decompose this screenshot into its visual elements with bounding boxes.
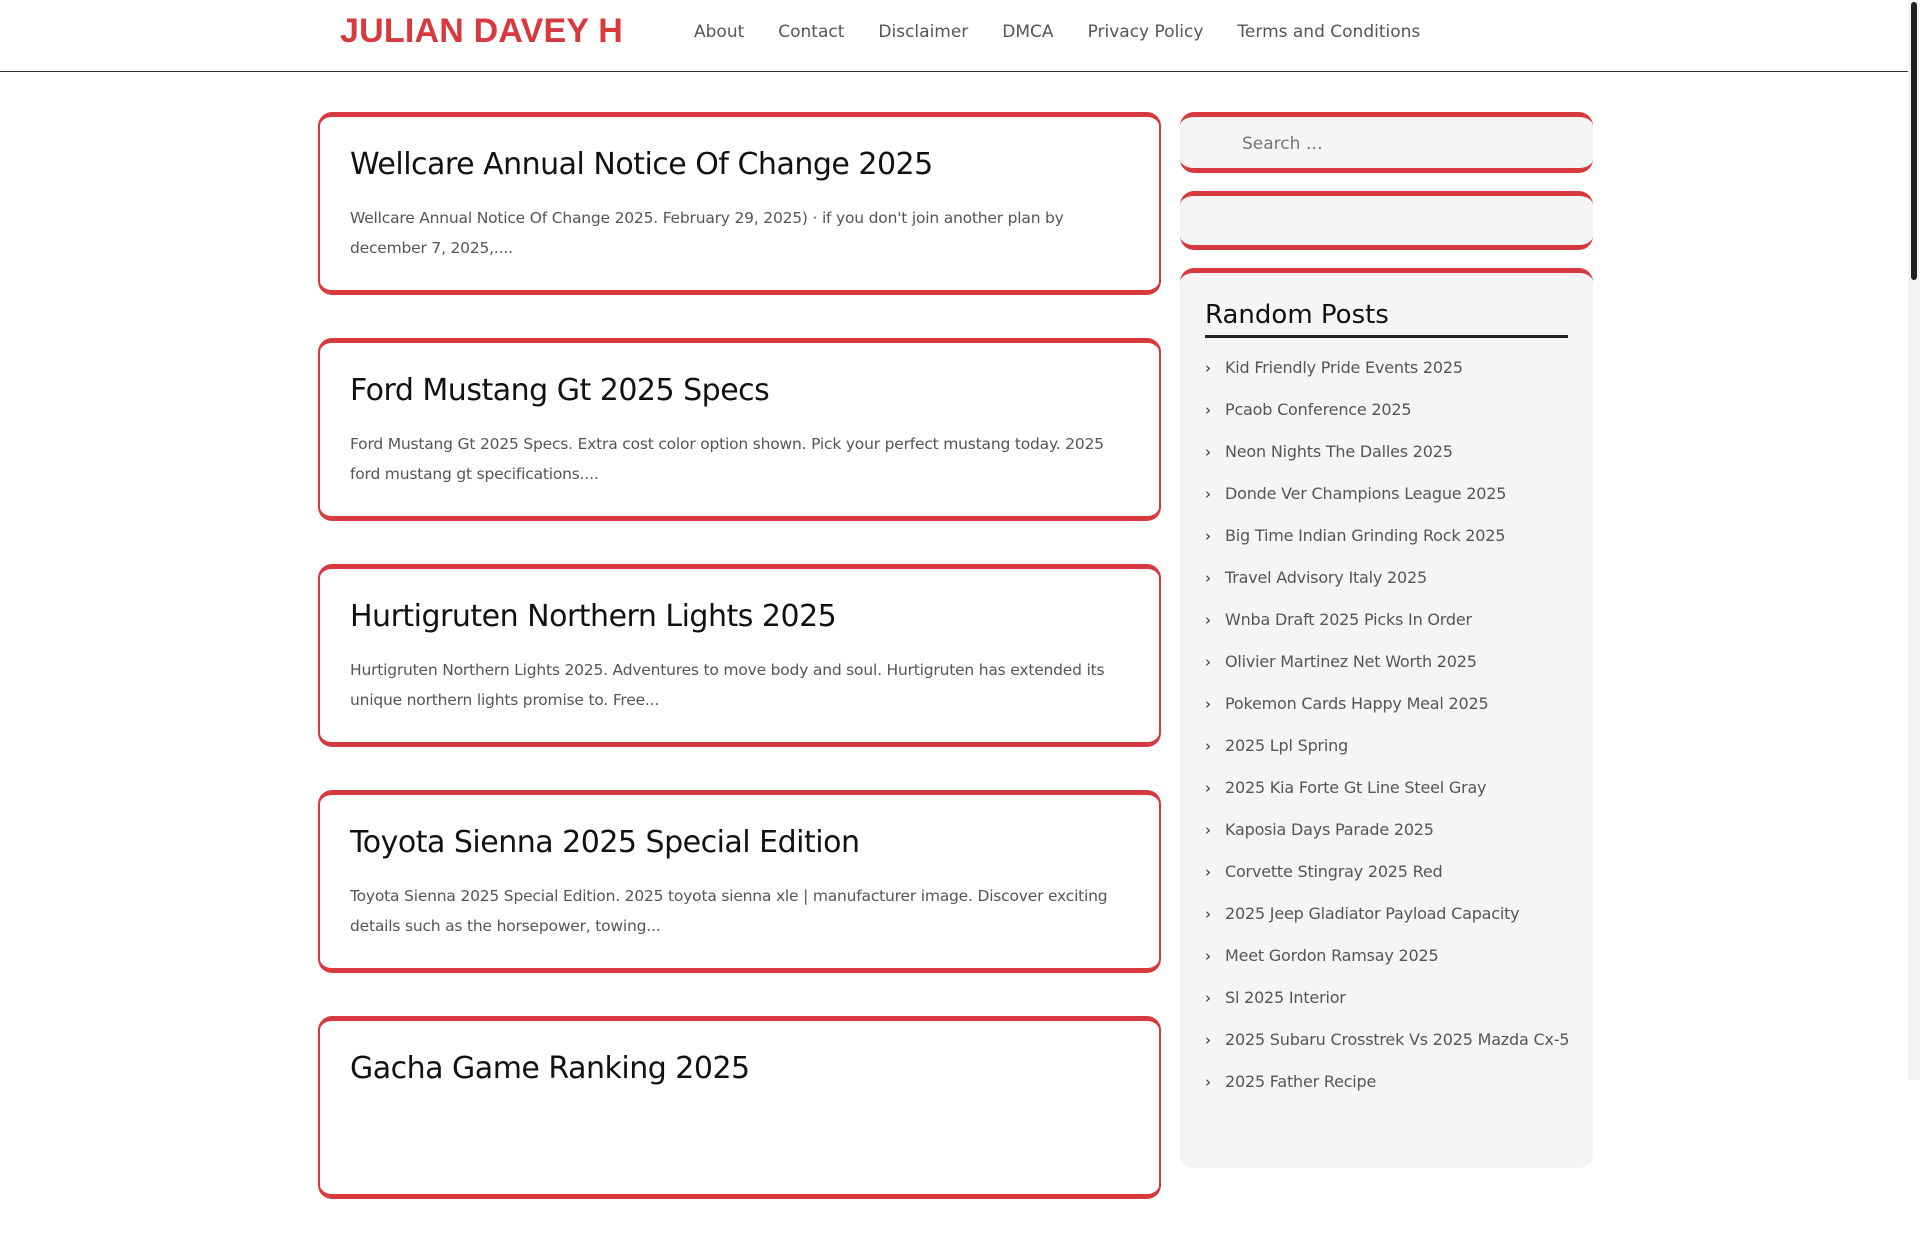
chevron-right-icon: › (1205, 401, 1211, 419)
random-post-item: › Pcaob Conference 2025 (1205, 398, 1568, 440)
random-post-link[interactable]: Meet Gordon Ramsay 2025 (1225, 946, 1439, 965)
random-post-link[interactable]: Corvette Stingray 2025 Red (1225, 862, 1443, 881)
site-title-link[interactable]: JULIAN DAVEY H (340, 12, 623, 51)
random-post-link[interactable]: Neon Nights The Dalles 2025 (1225, 442, 1453, 461)
random-post-item: › Neon Nights The Dalles 2025 (1205, 440, 1568, 482)
empty-widget (1180, 191, 1593, 250)
random-post-link[interactable]: Donde Ver Champions League 2025 (1225, 484, 1506, 503)
chevron-right-icon: › (1205, 527, 1211, 545)
chevron-right-icon: › (1205, 779, 1211, 797)
post-title-link[interactable]: Gacha Game Ranking 2025 (350, 1049, 1129, 1089)
post-excerpt: Toyota Sienna 2025 Special Edition. 2025… (350, 887, 1108, 935)
chevron-right-icon: › (1205, 737, 1211, 755)
random-post-item: › Pokemon Cards Happy Meal 2025 (1205, 692, 1568, 734)
random-post-item: › Kid Friendly Pride Events 2025 (1205, 356, 1568, 398)
nav-item-terms-and-conditions[interactable]: Terms and Conditions (1237, 20, 1420, 44)
random-post-link[interactable]: Kaposia Days Parade 2025 (1225, 820, 1434, 839)
random-post-link[interactable]: Sl 2025 Interior (1225, 988, 1346, 1007)
site-header: JULIAN DAVEY H About Contact Disclaimer … (0, 0, 1908, 72)
random-post-link[interactable]: 2025 Lpl Spring (1225, 736, 1348, 755)
random-post-link[interactable]: Big Time Indian Grinding Rock 2025 (1225, 526, 1505, 545)
random-post-item: › 2025 Jeep Gladiator Payload Capacity (1205, 902, 1568, 944)
random-post-link[interactable]: Travel Advisory Italy 2025 (1225, 568, 1427, 587)
random-post-link[interactable]: 2025 Subaru Crosstrek Vs 2025 Mazda Cx-5 (1225, 1030, 1569, 1049)
nav-item-about[interactable]: About (694, 20, 744, 44)
random-post-link[interactable]: Kid Friendly Pride Events 2025 (1225, 358, 1463, 377)
nav-item-disclaimer[interactable]: Disclaimer (878, 20, 968, 44)
random-post-item: › Kaposia Days Parade 2025 (1205, 818, 1568, 860)
post-list: Wellcare Annual Notice Of Change 2025 We… (318, 112, 1161, 1242)
random-post-item: › Corvette Stingray 2025 Red (1205, 860, 1568, 902)
random-post-link[interactable]: Wnba Draft 2025 Picks In Order (1225, 610, 1472, 629)
random-post-link[interactable]: 2025 Kia Forte Gt Line Steel Gray (1225, 778, 1487, 797)
chevron-right-icon: › (1205, 863, 1211, 881)
chevron-right-icon: › (1205, 947, 1211, 965)
chevron-right-icon: › (1205, 653, 1211, 671)
chevron-right-icon: › (1205, 611, 1211, 629)
sidebar: Random Posts › Kid Friendly Pride Events … (1180, 112, 1593, 1168)
chevron-right-icon: › (1205, 1073, 1211, 1091)
post-card: Ford Mustang Gt 2025 Specs Ford Mustang … (318, 338, 1161, 521)
chevron-right-icon: › (1205, 695, 1211, 713)
post-card: Wellcare Annual Notice Of Change 2025 We… (318, 112, 1161, 295)
post-title-link[interactable]: Ford Mustang Gt 2025 Specs (350, 371, 1129, 411)
random-post-item: › 2025 Subaru Crosstrek Vs 2025 Mazda Cx-… (1205, 1028, 1569, 1070)
widget-title: Random Posts (1205, 297, 1568, 338)
post-card: Hurtigruten Northern Lights 2025 Hurtigr… (318, 564, 1161, 747)
random-post-item: › Olivier Martinez Net Worth 2025 (1205, 650, 1568, 692)
chevron-right-icon: › (1205, 905, 1211, 923)
random-post-item: › Meet Gordon Ramsay 2025 (1205, 944, 1568, 986)
chevron-right-icon: › (1205, 569, 1211, 587)
random-post-item: › Sl 2025 Interior (1205, 986, 1568, 1028)
chevron-right-icon: › (1205, 359, 1211, 377)
post-title-link[interactable]: Hurtigruten Northern Lights 2025 (350, 597, 1129, 637)
nav-item-privacy-policy[interactable]: Privacy Policy (1088, 20, 1204, 44)
search-widget (1180, 112, 1593, 173)
random-post-link[interactable]: Pokemon Cards Happy Meal 2025 (1225, 694, 1489, 713)
random-post-link[interactable]: Pcaob Conference 2025 (1225, 400, 1412, 419)
random-post-item: › Wnba Draft 2025 Picks In Order (1205, 608, 1568, 650)
random-post-item: › Donde Ver Champions League 2025 (1205, 482, 1568, 524)
random-post-item: › 2025 Kia Forte Gt Line Steel Gray (1205, 776, 1568, 818)
chevron-right-icon: › (1205, 989, 1211, 1007)
random-post-link[interactable]: Olivier Martinez Net Worth 2025 (1225, 652, 1477, 671)
scrollbar-thumb[interactable] (1911, 2, 1917, 280)
scrollbar[interactable] (1908, 0, 1920, 1080)
search-input[interactable] (1200, 127, 1570, 161)
post-title-link[interactable]: Toyota Sienna 2025 Special Edition (350, 823, 1129, 863)
random-posts-widget: Random Posts › Kid Friendly Pride Events … (1180, 268, 1593, 1168)
post-card: Gacha Game Ranking 2025 (318, 1016, 1161, 1199)
random-posts-list: › Kid Friendly Pride Events 2025 › Pcaob Co… (1205, 356, 1569, 1112)
random-post-item: › 2025 Lpl Spring (1205, 734, 1568, 776)
post-excerpt: Hurtigruten Northern Lights 2025. Advent… (350, 661, 1105, 709)
chevron-right-icon: › (1205, 1031, 1211, 1049)
random-post-item: › Big Time Indian Grinding Rock 2025 (1205, 524, 1568, 566)
random-post-item: › Travel Advisory Italy 2025 (1205, 566, 1568, 608)
chevron-right-icon: › (1205, 443, 1211, 461)
random-post-link[interactable]: 2025 Jeep Gladiator Payload Capacity (1225, 904, 1520, 923)
chevron-right-icon: › (1205, 485, 1211, 503)
nav-item-contact[interactable]: Contact (778, 20, 844, 44)
random-post-link[interactable]: 2025 Father Recipe (1225, 1072, 1376, 1091)
chevron-right-icon: › (1205, 821, 1211, 839)
random-post-item: › 2025 Father Recipe (1205, 1070, 1568, 1112)
post-excerpt: Wellcare Annual Notice Of Change 2025. F… (350, 209, 1064, 257)
post-excerpt: Ford Mustang Gt 2025 Specs. Extra cost c… (350, 435, 1104, 483)
main-navigation: About Contact Disclaimer DMCA Privacy Po… (694, 20, 1454, 44)
nav-item-dmca[interactable]: DMCA (1002, 20, 1053, 44)
post-title-link[interactable]: Wellcare Annual Notice Of Change 2025 (350, 145, 1129, 185)
post-card: Toyota Sienna 2025 Special Edition Toyot… (318, 790, 1161, 973)
